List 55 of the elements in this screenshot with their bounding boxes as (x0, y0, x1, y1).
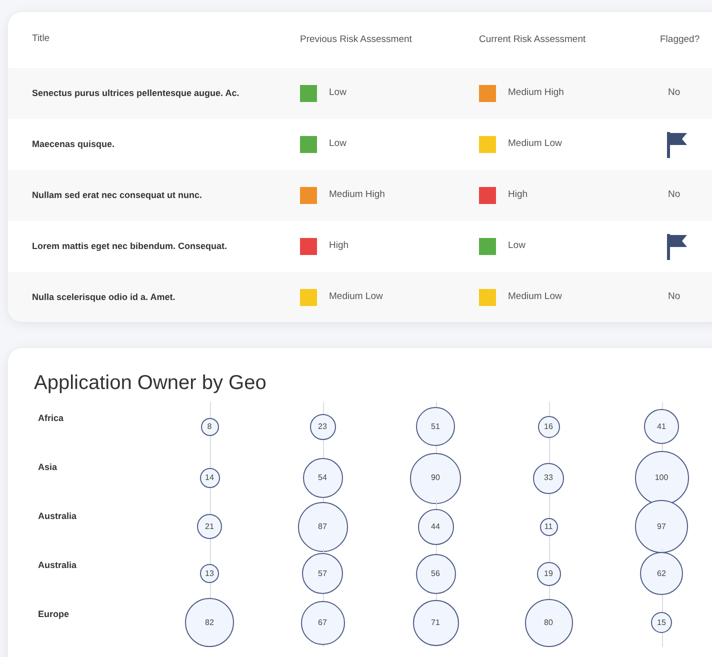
risk-label: Medium Low (329, 290, 383, 304)
value-bubble: 54 (302, 458, 342, 498)
risk-label: Medium High (329, 188, 385, 202)
flag-icon (666, 132, 688, 158)
value-bubble: 97 (635, 500, 688, 553)
value-bubble: 80 (524, 598, 572, 646)
value-bubble: 44 (418, 508, 454, 544)
flagged-value: No (667, 86, 680, 100)
value-bubble: 62 (640, 552, 683, 595)
value-bubble: 8 (200, 418, 218, 436)
row-title: Senectus purus ultrices pellentesque augue. Ac. (31, 87, 240, 100)
value-bubble: 23 (310, 414, 336, 440)
region-label: Australia (37, 559, 78, 572)
column-header: Previous Risk Assessment (300, 32, 413, 47)
value-bubble: 14 (200, 468, 220, 488)
risk-label: Medium Low (508, 290, 562, 304)
risk-label: High (508, 188, 528, 202)
value-bubble: 13 (200, 564, 219, 583)
value-bubble: 15 (651, 612, 672, 633)
region-label: Australia (37, 510, 78, 523)
region-label: Africa (37, 412, 65, 425)
risk-label: Medium High (508, 86, 564, 100)
flagged-value: No (667, 290, 680, 304)
value-bubble: 51 (416, 407, 455, 446)
value-bubble: 87 (298, 502, 348, 552)
row-title: Nulla scelerisque odio id a. Amet. (31, 291, 176, 304)
region-label: Europe (37, 608, 70, 621)
value-bubble: 11 (540, 518, 558, 536)
column-header: Title (31, 32, 51, 46)
row-title: Lorem mattis eget nec bibendum. Consequat. (31, 240, 228, 253)
value-bubble: 100 (634, 451, 688, 505)
value-bubble: 57 (302, 553, 343, 594)
flagged-value: No (667, 188, 680, 202)
risk-label: Medium Low (508, 137, 562, 152)
flag-icon (666, 234, 688, 260)
risk-label: Low (329, 137, 346, 152)
risk-label: Low (508, 239, 526, 254)
value-bubble: 56 (416, 554, 456, 594)
value-bubble: 71 (412, 600, 458, 646)
risk-label: High (329, 239, 349, 254)
value-bubble: 16 (538, 416, 560, 438)
column-header: Current Risk Assessment (479, 32, 587, 47)
value-bubble: 21 (197, 514, 222, 539)
chart-title: Application Owner by Geo (33, 371, 268, 396)
column-header: Flagged? (660, 32, 701, 47)
row-title: Nullam sed erat nec consequat ut nunc. (31, 189, 204, 202)
value-bubble: 41 (644, 409, 679, 444)
value-bubble: 67 (300, 600, 344, 644)
region-label: Asia (37, 461, 58, 474)
value-bubble: 90 (410, 452, 461, 504)
value-bubble: 19 (536, 562, 560, 586)
row-title: Maecenas quisque. (31, 138, 116, 151)
value-bubble: 82 (185, 598, 234, 647)
value-bubble: 33 (533, 462, 564, 494)
risk-label: Low (329, 86, 346, 100)
